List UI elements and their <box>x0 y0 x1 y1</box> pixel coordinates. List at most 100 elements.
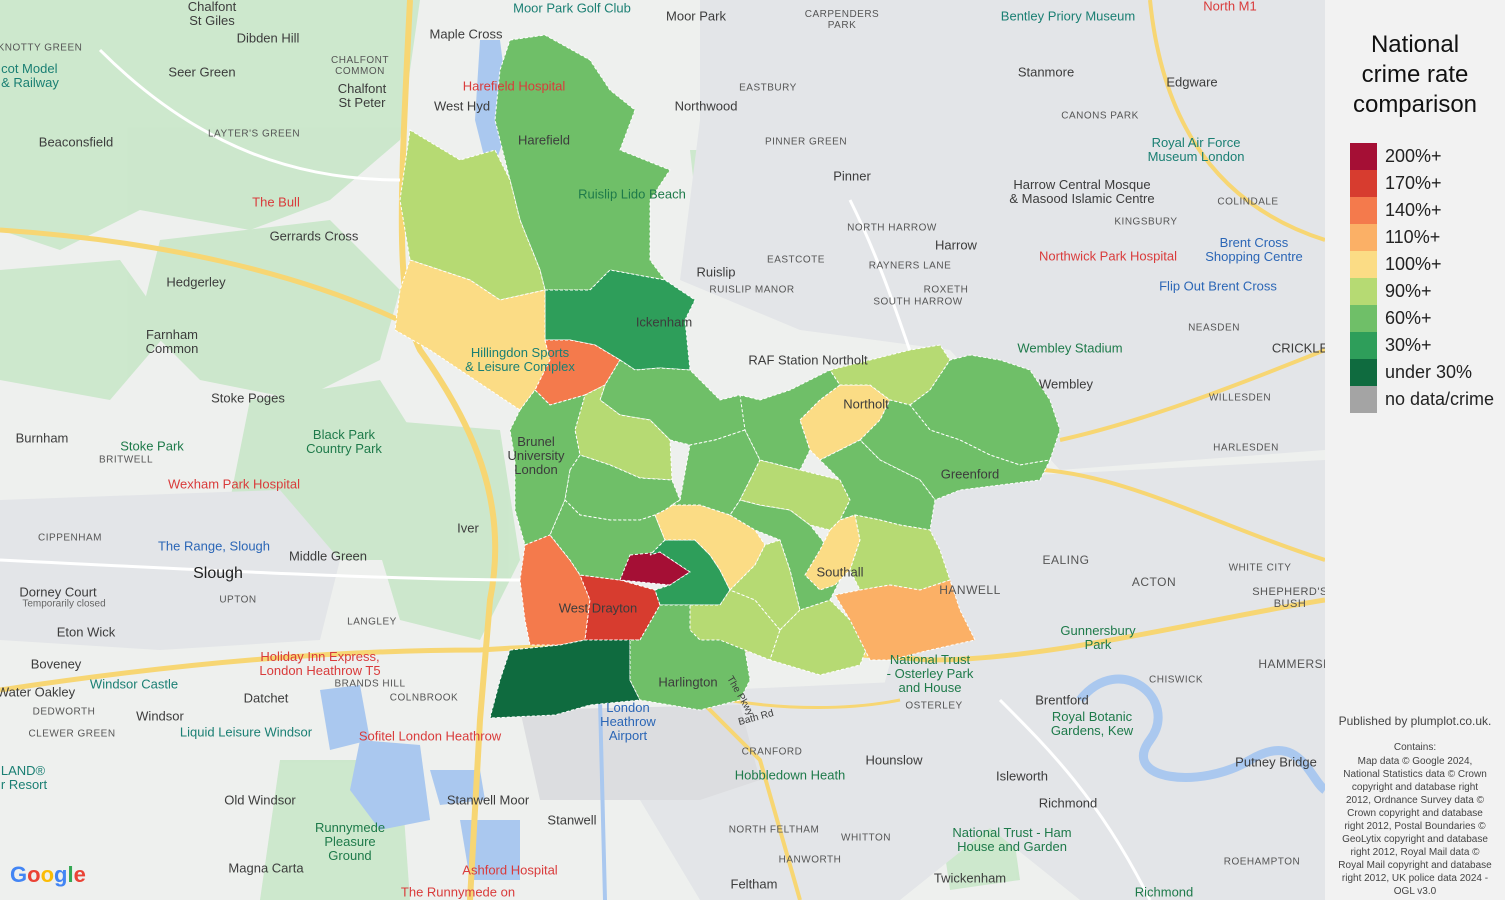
label-datchet: Datchet <box>243 690 289 706</box>
label-whitton: WHITTON <box>841 832 891 844</box>
label-canons-park: CANONS PARK <box>1061 110 1139 122</box>
label-brent-cross: Brent Cross Shopping Centre <box>1205 235 1303 264</box>
label-rayners-lane: RAYNERS LANE <box>868 260 952 272</box>
label-isleworth: Isleworth <box>995 768 1049 784</box>
legend-title-line-2: crime rate <box>1361 61 1469 88</box>
label-twickenham: Twickenham <box>933 870 1007 886</box>
label-chalfont-common: CHALFONT COMMON <box>331 55 389 77</box>
label-bentley-priory: Bentley Priory Museum <box>1000 8 1136 24</box>
label-harefield: Harefield <box>517 132 571 148</box>
label-flip-out: Flip Out Brent Cross <box>1159 278 1277 294</box>
label-putney-bridge: Putney Bridge <box>1235 754 1317 770</box>
label-chalfont-st-peter: Chalfont St Peter <box>337 81 387 110</box>
legend-swatch <box>1350 197 1377 224</box>
label-wexham: Wexham Park Hospital <box>168 476 300 492</box>
legend-title-line-1: National <box>1370 31 1460 58</box>
label-north-feltham: NORTH FELTHAM <box>728 824 820 836</box>
label-middle-green: Middle Green <box>288 548 368 564</box>
legend-swatch <box>1350 278 1377 305</box>
contains-title: Contains: <box>1393 742 1437 753</box>
label-seer-green: Seer Green <box>168 64 236 80</box>
label-beaconsfield: Beaconsfield <box>38 134 114 150</box>
label-liquid-leisure: Liquid Leisure Windsor <box>179 724 313 740</box>
label-hanworth: HANWORTH <box>778 854 842 866</box>
contains-line: GeoLytix copyright and database <box>1342 834 1488 845</box>
legend-label: 170%+ <box>1385 173 1442 193</box>
legend-swatch <box>1350 332 1377 359</box>
label-windsor-castle: Windsor Castle <box>89 676 179 692</box>
label-stoke-park: Stoke Park <box>120 438 184 454</box>
label-heathrow: London Heathrow Airport <box>600 700 656 743</box>
contains-line: National Statistics data © Crown <box>1343 769 1487 780</box>
label-harlesden: HARLESDEN <box>1213 442 1279 454</box>
choropleth-map[interactable]: Chalfont St Giles KNOTTY GREEN Dibden Hi… <box>0 0 1325 900</box>
legend-panel: National crime rate comparison 200%+ 170%… <box>1325 0 1505 900</box>
label-eastbury: EASTBURY <box>739 82 797 94</box>
label-royal-botanic: Royal Botanic Gardens, Kew <box>1050 709 1134 738</box>
label-brunel-uni: Brunel University London <box>507 434 565 477</box>
legend-label: 140%+ <box>1385 200 1442 220</box>
label-brentford: Brentford <box>1035 692 1089 708</box>
label-raf-museum: Royal Air Force Museum London <box>1147 135 1245 164</box>
label-osterley: OSTERLEY <box>905 700 963 712</box>
contains-line: right 2012, Postal Boundaries © <box>1344 821 1486 832</box>
label-langley: LANGLEY <box>347 616 397 628</box>
legend-label: 90%+ <box>1385 281 1432 301</box>
label-hanwell: HANWELL <box>939 583 1001 597</box>
label-pinner: Pinner <box>833 168 871 184</box>
label-hammersmith: HAMMERSM <box>1258 657 1325 671</box>
label-northwick-park: Northwick Park Hospital <box>1039 248 1177 264</box>
legend-label: 100%+ <box>1385 254 1442 274</box>
label-clewer-green: CLEWER GREEN <box>28 728 116 740</box>
label-ickenham: Ickenham <box>635 314 693 330</box>
legend-label: 110%+ <box>1385 227 1441 247</box>
label-stoke-poges: Stoke Poges <box>211 390 285 406</box>
label-cranford: CRANFORD <box>741 746 803 758</box>
label-colindale: COLINDALE <box>1217 196 1279 208</box>
label-eton-wick: Eton Wick <box>56 624 116 640</box>
label-old-windsor: Old Windsor <box>224 792 296 808</box>
contains-line: right 2012, UK police data 2024 - <box>1341 873 1489 884</box>
label-upton: UPTON <box>219 594 257 606</box>
label-hounslow: Hounslow <box>865 752 923 768</box>
label-farnham-common: Farnham Common <box>145 327 199 356</box>
label-roehampton: ROEHAMPTON <box>1223 856 1301 868</box>
label-the-runnymede: The Runnymede on <box>400 884 516 900</box>
label-magna-carta: Magna Carta <box>228 860 304 876</box>
legend-swatch <box>1350 251 1377 278</box>
label-eastcote: EASTCOTE <box>767 254 825 266</box>
label-greenford: Greenford <box>940 466 1000 482</box>
label-the-bull: The Bull <box>252 194 300 210</box>
label-boveney: Boveney <box>30 656 82 672</box>
label-brands-hill: BRANDS HILL <box>334 678 406 690</box>
label-northwood: Northwood <box>674 98 738 114</box>
label-feltham: Feltham <box>730 876 778 892</box>
legend-swatch <box>1350 224 1377 251</box>
base-map <box>0 0 1325 900</box>
label-acton: ACTON <box>1131 575 1177 589</box>
google-logo: Google <box>10 862 86 887</box>
label-britwell: BRITWELL <box>98 454 154 466</box>
label-temporarily-closed: Temporarily closed <box>22 598 106 610</box>
label-dorney-court: Dorney Court <box>19 584 97 600</box>
label-ashford-hospital: Ashford Hospital <box>462 862 558 878</box>
contains-line: 2012, Ordnance Survey data © <box>1345 795 1484 806</box>
legend-swatch <box>1350 170 1377 197</box>
label-moor-park: Moor Park <box>666 8 726 24</box>
label-kingsbury: KINGSBURY <box>1114 216 1178 228</box>
label-the-range: The Range, Slough <box>157 538 271 554</box>
legend-swatch <box>1350 305 1377 332</box>
label-dedworth: DEDWORTH <box>32 706 96 718</box>
label-cippenham: CIPPENHAM <box>38 532 102 544</box>
label-ealing: EALING <box>1042 553 1090 567</box>
label-slough: Slough <box>193 565 243 582</box>
contains-line: Map data © Google 2024, <box>1357 756 1473 767</box>
label-stanwell: Stanwell <box>547 812 597 828</box>
label-stanwell-moor: Stanwell Moor <box>446 792 530 808</box>
label-west-drayton: West Drayton <box>558 600 638 616</box>
label-moor-park-golf: Moor Park Golf Club <box>513 0 631 16</box>
label-north-m1: North M1 <box>1203 0 1257 14</box>
legend-label: under 30% <box>1385 362 1473 382</box>
label-iver: Iver <box>457 520 479 536</box>
label-gunnersbury: Gunnersbury Park <box>1060 623 1136 652</box>
